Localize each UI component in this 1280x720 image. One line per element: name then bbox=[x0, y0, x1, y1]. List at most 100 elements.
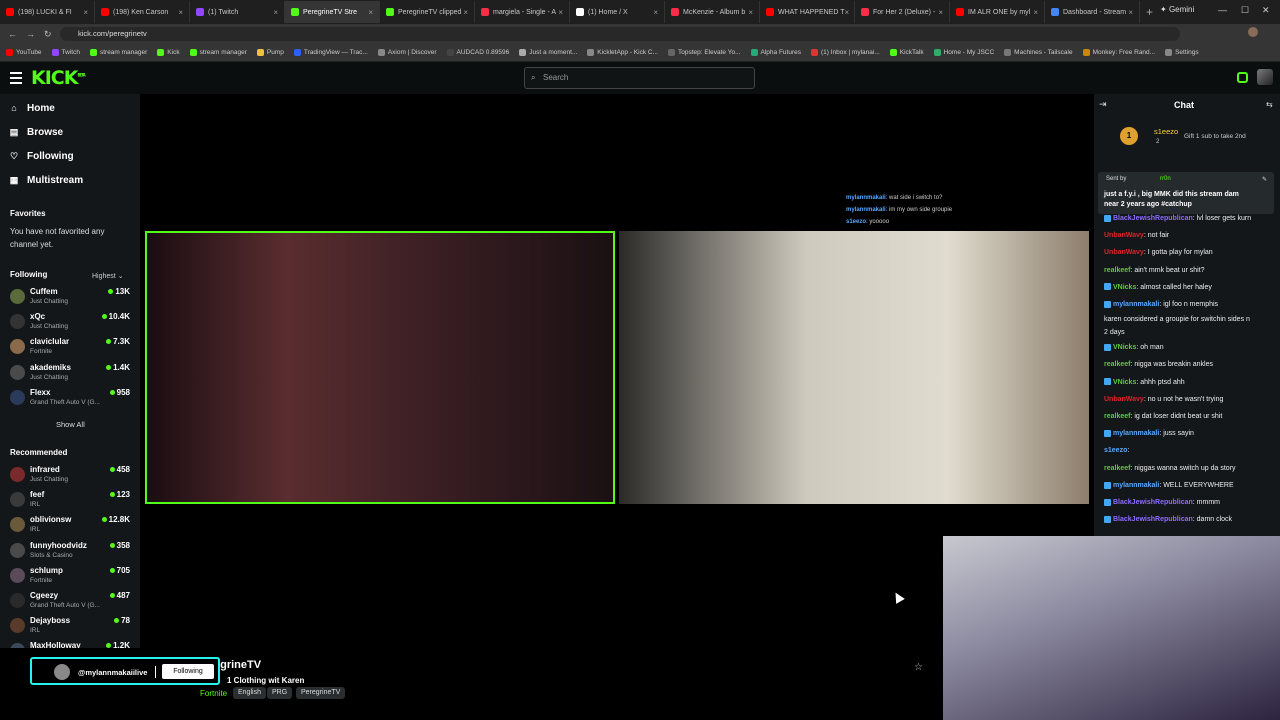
browser-tab[interactable]: Dashboard - Stream × bbox=[1045, 1, 1140, 23]
tab-close-icon[interactable]: × bbox=[653, 8, 658, 17]
bookmark-item[interactable]: stream manager bbox=[189, 49, 247, 56]
chat-username[interactable]: mylannmakali bbox=[1113, 430, 1159, 437]
sort-dropdown[interactable]: Highest ⌄ bbox=[92, 272, 124, 280]
channel-row[interactable]: Flexx Grand Theft Auto V (G... 958 bbox=[0, 387, 140, 412]
tab-close-icon[interactable]: × bbox=[273, 8, 278, 17]
tab-close-icon[interactable]: × bbox=[463, 8, 468, 17]
channel-row[interactable]: Dejayboss IRL 78 bbox=[0, 615, 140, 640]
bookmark-item[interactable]: Pump bbox=[256, 49, 284, 56]
chat-username[interactable]: BlackJewishRepublican bbox=[1113, 516, 1193, 523]
gift-sub-button[interactable]: Gift 1 sub to take 2nd bbox=[1184, 133, 1246, 140]
bookmark-item[interactable]: Home - My JSCC bbox=[933, 49, 994, 56]
new-tab-icon[interactable]: + bbox=[1140, 5, 1159, 19]
channel-row[interactable]: feef IRL 123 bbox=[0, 489, 140, 514]
forward-icon[interactable]: → bbox=[26, 29, 36, 39]
chat-username[interactable]: UnbanWavy bbox=[1104, 249, 1144, 256]
tag-prg[interactable]: PRG bbox=[267, 687, 293, 699]
nav-browse[interactable]: ▤ Browse bbox=[0, 121, 140, 143]
pinned-user[interactable]: rr0n bbox=[1160, 176, 1171, 182]
channel-row[interactable]: xQc Just Chatting 10.4K bbox=[0, 311, 140, 336]
tab-close-icon[interactable]: × bbox=[368, 8, 373, 17]
tab-close-icon[interactable]: × bbox=[938, 8, 943, 17]
chat-username[interactable]: UnbanWavy bbox=[1104, 396, 1144, 403]
back-icon[interactable]: ← bbox=[8, 29, 18, 39]
browser-tab[interactable]: PeregrineTV Stre × bbox=[285, 1, 380, 23]
bookmark-item[interactable]: Axiom | Discover bbox=[377, 49, 437, 56]
chat-username[interactable]: VNicks bbox=[1113, 344, 1136, 351]
browser-tab[interactable]: (1) Twitch × bbox=[190, 1, 285, 23]
chat-username[interactable]: realkeef bbox=[1104, 413, 1130, 420]
menu-icon[interactable] bbox=[10, 72, 22, 87]
maximize-icon[interactable]: ☐ bbox=[1241, 5, 1249, 16]
channel-row[interactable]: akademiks Just Chatting 1.4K bbox=[0, 362, 140, 387]
reload-icon[interactable]: ↻ bbox=[44, 29, 54, 40]
channel-row[interactable]: oblivionsw IRL 12.8K bbox=[0, 514, 140, 539]
chat-settings-icon[interactable]: ⇆ bbox=[1266, 100, 1273, 109]
bookmark-item[interactable]: stream manager bbox=[89, 49, 147, 56]
chat-username[interactable]: realkeef bbox=[1104, 267, 1130, 274]
search-input[interactable]: ⌕ Search bbox=[524, 67, 755, 89]
game-link[interactable]: Fortnite bbox=[200, 689, 227, 698]
bookmark-item[interactable]: (1) Inbox | mylanai... bbox=[810, 49, 880, 56]
chat-username[interactable]: VNicks bbox=[1113, 379, 1136, 386]
channel-name[interactable]: egrineTV bbox=[214, 659, 261, 671]
user-avatar[interactable] bbox=[1257, 69, 1273, 85]
minimize-icon[interactable]: — bbox=[1218, 5, 1227, 15]
collapse-chat-icon[interactable]: ⇥ bbox=[1099, 99, 1107, 110]
channel-row[interactable]: claviclular Fortnite 7.3K bbox=[0, 336, 140, 361]
tab-close-icon[interactable]: × bbox=[558, 8, 563, 17]
browser-tab[interactable]: IM ALR ONE by myl × bbox=[950, 1, 1045, 23]
chat-username[interactable]: UnbanWavy bbox=[1104, 232, 1144, 239]
browser-tab[interactable]: (1) Home / X × bbox=[570, 1, 665, 23]
browser-tab[interactable]: margiela - Single - A × bbox=[475, 1, 570, 23]
gemini-button[interactable]: ✦ Gemini bbox=[1160, 5, 1194, 14]
profile-avatar[interactable] bbox=[1248, 27, 1258, 37]
tab-close-icon[interactable]: × bbox=[83, 8, 88, 17]
chat-username[interactable]: VNicks bbox=[1113, 284, 1136, 291]
browser-tab[interactable]: For Her 2 (Deluxe) - × bbox=[855, 1, 950, 23]
channel-row[interactable]: funnyhoodvidz Slots & Casino 358 bbox=[0, 540, 140, 565]
bookmark-item[interactable]: Monkey: Free Rand... bbox=[1082, 49, 1155, 56]
chat-username[interactable]: mylannmakali bbox=[1113, 301, 1159, 308]
bookmark-item[interactable]: Topstep: Elevate Yo... bbox=[667, 49, 741, 56]
favorite-star-icon[interactable]: ☆ bbox=[914, 662, 923, 673]
show-all-link[interactable]: Show All bbox=[56, 420, 85, 429]
bookmark-item[interactable]: Machines - Tailscale bbox=[1004, 49, 1073, 56]
chat-username[interactable]: BlackJewishRepublican bbox=[1113, 499, 1193, 506]
bookmark-item[interactable]: Just a moment... bbox=[519, 49, 577, 56]
chat-username[interactable]: realkeef bbox=[1104, 465, 1130, 472]
bookmark-item[interactable]: YouTube bbox=[6, 49, 42, 56]
top-gifter-name[interactable]: s1eezo bbox=[1154, 127, 1178, 136]
tab-close-icon[interactable]: × bbox=[845, 8, 850, 17]
pin-icon[interactable]: ✎ bbox=[1262, 176, 1267, 183]
tab-close-icon[interactable]: × bbox=[1128, 8, 1133, 17]
chat-username[interactable]: BlackJewishRepublican bbox=[1113, 215, 1193, 222]
url-field[interactable]: kick.com/peregrinetv bbox=[60, 27, 1180, 41]
bookmark-item[interactable]: Alpha Futures bbox=[750, 49, 801, 56]
kick-status-icon[interactable] bbox=[1237, 72, 1248, 83]
tag-peregrinetv[interactable]: PeregrineTV bbox=[296, 687, 346, 699]
channel-row[interactable]: Cuffem Just Chatting 13K bbox=[0, 286, 140, 311]
channel-row[interactable]: schlump Fortnite 705 bbox=[0, 565, 140, 590]
chat-username[interactable]: realkeef bbox=[1104, 361, 1130, 368]
nav-multistream[interactable]: ▦ Multistream bbox=[0, 169, 140, 191]
chat-username[interactable]: s1eezo bbox=[1104, 447, 1127, 454]
nav-following[interactable]: ♡ Following bbox=[0, 145, 140, 167]
close-window-icon[interactable]: ✕ bbox=[1262, 5, 1270, 16]
bookmark-item[interactable]: AUDCAD 0.89596 bbox=[446, 49, 509, 56]
nav-home[interactable]: ⌂ Home bbox=[0, 97, 140, 119]
kick-logo[interactable]: KICKBETA bbox=[31, 67, 86, 89]
bookmark-item[interactable]: KickletApp - Kick C... bbox=[587, 49, 658, 56]
chat-username[interactable]: mylannmakali bbox=[1113, 482, 1159, 489]
bookmark-item[interactable]: TradingView — Trac... bbox=[293, 49, 368, 56]
browser-tab[interactable]: PeregrineTV clipped × bbox=[380, 1, 475, 23]
tab-close-icon[interactable]: × bbox=[748, 8, 753, 17]
tag-english[interactable]: English bbox=[233, 687, 266, 699]
bookmark-item[interactable]: Kick bbox=[157, 49, 180, 56]
tab-close-icon[interactable]: × bbox=[178, 8, 183, 17]
browser-tab[interactable]: WHAT HAPPENED T × bbox=[760, 1, 855, 23]
channel-row[interactable]: Cgeezy Grand Theft Auto V (G... 487 bbox=[0, 590, 140, 615]
channel-row[interactable]: infrared Just Chatting 458 bbox=[0, 464, 140, 489]
browser-tab[interactable]: (198) Ken Carson × bbox=[95, 1, 190, 23]
tab-close-icon[interactable]: × bbox=[1033, 8, 1038, 17]
